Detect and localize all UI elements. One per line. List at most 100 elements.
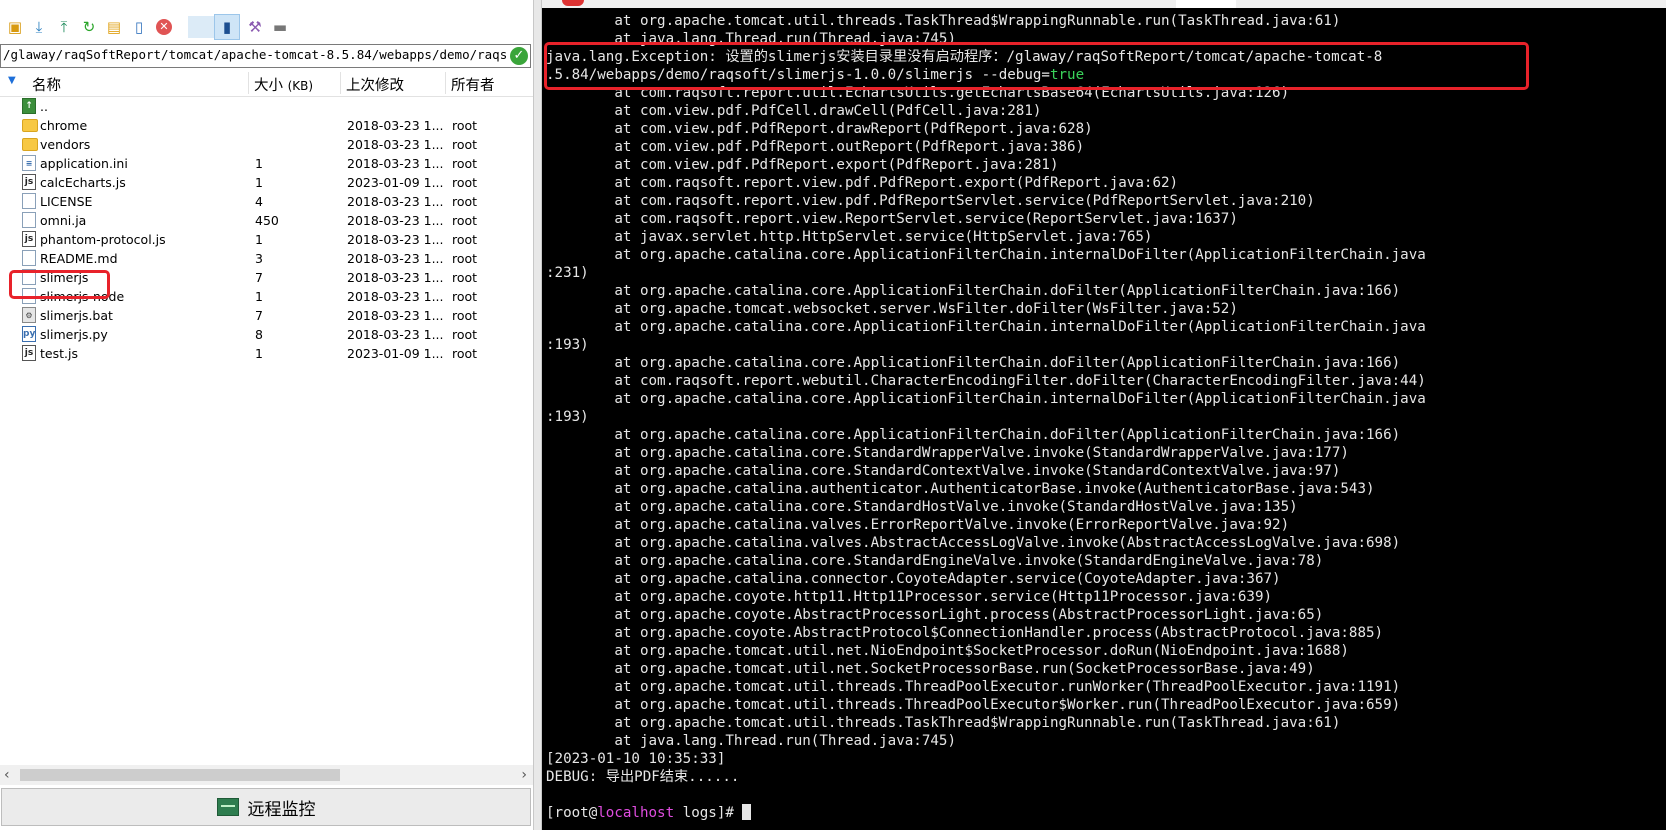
terminal-line: at org.apache.catalina.valves.ErrorRepor… [546,516,1426,534]
terminal-line-text: at org.apache.catalina.connector.CoyoteA… [546,571,1281,587]
file-row[interactable]: ⚙ slimerjs.bat 7 2018-03-23 1... root [0,305,533,325]
shell-prompt[interactable]: [root@localhost logs]# [546,804,1426,822]
file-size: 8 [255,327,263,342]
refresh-icon[interactable]: ↻ [78,16,100,38]
file-modified: 2018-03-23 1... [347,194,444,209]
terminal-tab[interactable] [1176,0,1236,8]
terminal-line-text: at org.apache.catalina.valves.AbstractAc… [546,535,1401,551]
file-modified: 2018-03-23 1... [347,327,444,342]
js-icon: js [22,345,36,361]
terminal-line: at org.apache.catalina.core.StandardHost… [546,498,1426,516]
file-modified: 2018-03-23 1... [347,156,444,171]
terminal-line: at org.apache.catalina.core.ApplicationF… [546,318,1426,336]
panel-splitter[interactable] [533,0,542,830]
terminal-line: DEBUG: 导出PDF结束...... [546,768,1426,786]
remote-monitor-button[interactable]: 远程监控 [1,788,531,826]
scrollbar-thumb[interactable] [20,769,340,781]
upload-folder-icon[interactable]: ▣ [4,16,26,38]
terminal-line-text: at org.apache.coyote.AbstractProcessorLi… [546,607,1324,623]
file-size: 7 [255,270,263,285]
file-size: 1 [255,289,263,304]
terminal-line: at javax.servlet.http.HttpServlet.servic… [546,228,1426,246]
terminal-line: at org.apache.catalina.core.ApplicationF… [546,282,1426,300]
column-modified[interactable]: 上次修改 [346,74,404,95]
terminal-line: at com.view.pdf.PdfReport.export(PdfRepo… [546,156,1426,174]
file-name: vendors [40,137,91,152]
terminal-line: at org.apache.catalina.core.ApplicationF… [546,390,1425,408]
terminal-line: at org.apache.catalina.core.StandardEngi… [546,552,1426,570]
bookmark-icon[interactable]: ▮ [214,14,240,40]
js-icon: js [22,174,36,190]
path-input[interactable]: /glaway/raqSoftReport/tomcat/apache-tomc… [3,47,508,62]
terminal-line: at org.apache.tomcat.util.threads.Thread… [546,696,1426,714]
terminal-panel[interactable]: at org.apache.tomcat.util.threads.TaskTh… [542,0,1666,830]
terminal-line-text: at org.apache.catalina.core.StandardWrap… [546,445,1349,461]
view-toggle-icon[interactable] [188,16,214,38]
file-modified: 2023-01-09 1... [347,175,444,190]
terminal-line: at org.apache.tomcat.util.net.SocketProc… [546,660,1426,678]
scroll-right-icon[interactable]: › [521,767,527,783]
sort-desc-icon[interactable]: ▼ [8,75,16,86]
file-row[interactable]: chrome 2018-03-23 1... root [0,115,533,135]
new-folder-icon[interactable]: ▤ [103,16,125,38]
file-size: 1 [255,156,263,171]
file-name: README.md [40,251,118,266]
file-row[interactable]: vendors 2018-03-23 1... root [0,134,533,154]
file-row[interactable]: ↑.. [0,96,533,116]
file-icon [22,193,36,209]
terminal-line-text: at org.apache.catalina.core.ApplicationF… [546,319,1426,335]
terminal-line-text: at org.apache.catalina.valves.ErrorRepor… [546,517,1290,533]
download-icon[interactable]: ⤓ [28,16,50,38]
confirm-path-icon[interactable]: ✓ [510,47,528,65]
terminal-line-text: at java.lang.Thread.run(Thread.java:745) [546,733,956,749]
column-size[interactable]: 大小 (KB) [254,74,313,95]
terminal-line-text: DEBUG: 导出PDF结束...... [546,769,740,785]
file-row[interactable]: js phantom-protocol.js 1 2018-03-23 1... roo… [0,229,533,249]
terminal-line-text: :231) [546,265,589,281]
terminal-line: at com.view.pdf.PdfCell.drawCell(PdfCell… [546,102,1426,120]
horizontal-scrollbar[interactable]: ‹ › [0,765,533,785]
column-owner[interactable]: 所有者 [451,74,495,95]
terminal-line: at com.view.pdf.PdfReport.outReport(PdfR… [546,138,1426,156]
remote-monitor-label: 远程监控 [247,799,316,820]
file-row[interactable]: ≡ application.ini 1 2018-03-23 1... root [0,153,533,173]
terminal-line: at org.apache.catalina.connector.CoyoteA… [546,570,1426,588]
terminal-line-text: at javax.servlet.http.HttpServlet.servic… [546,229,1153,245]
file-modified: 2018-03-23 1... [347,289,444,304]
terminal-line-text: at org.apache.tomcat.util.threads.TaskTh… [546,13,1341,29]
tools-icon[interactable]: ⚒ [244,16,266,38]
file-icon [22,250,36,266]
file-name: application.ini [40,156,128,171]
scroll-left-icon[interactable]: ‹ [4,767,10,783]
path-bar[interactable]: /glaway/raqSoftReport/tomcat/apache-tomc… [0,44,531,68]
terminal-line-text: [2023-01-10 10:35:33] [546,751,726,767]
file-row[interactable]: py slimerjs.py 8 2018-03-23 1... root [0,324,533,344]
file-icon [22,212,36,228]
file-size: 4 [255,194,263,209]
file-row[interactable]: LICENSE 4 2018-03-23 1... root [0,191,533,211]
new-file-icon[interactable]: ▯ [128,16,150,38]
terminal-cursor [742,804,752,820]
terminal-line-text: at org.apache.coyote.http11.Http11Proces… [546,589,1273,605]
file-row[interactable]: omni.ja 450 2018-03-23 1... root [0,210,533,230]
file-row[interactable]: README.md 3 2018-03-23 1... root [0,248,533,268]
file-size: 450 [255,213,279,228]
file-modified: 2018-03-23 1... [347,270,444,285]
tab-indicator-icon [562,0,584,6]
terminal-line: at org.apache.catalina.core.StandardCont… [546,462,1426,480]
file-browser-panel: ▣ ⤓ ⤒ ↻ ▤ ▯ ✕ ▮ ⚒ ▬ /glaway/raqSoftRepor… [0,0,533,830]
terminal-line: at com.raqsoft.report.view.ReportServlet… [546,210,1426,228]
ini-icon: ≡ [22,155,36,171]
terminal-line-text: at org.apache.catalina.core.StandardEngi… [546,553,1324,569]
terminal-line-text: at com.raqsoft.report.view.ReportServlet… [546,211,1238,227]
file-modified: 2023-01-09 1... [347,346,444,361]
delete-icon[interactable]: ✕ [153,16,175,38]
terminal-icon[interactable]: ▬ [269,16,291,38]
upload-icon[interactable]: ⤒ [53,16,75,38]
file-row[interactable]: js calcEcharts.js 1 2023-01-09 1... root [0,172,533,192]
terminal-line: at org.apache.tomcat.util.threads.TaskTh… [546,12,1426,30]
column-name[interactable]: 名称 [32,74,61,95]
file-row[interactable]: js test.js 1 2023-01-09 1... root [0,343,533,363]
file-owner: root [452,270,478,285]
file-name: phantom-protocol.js [40,232,166,247]
